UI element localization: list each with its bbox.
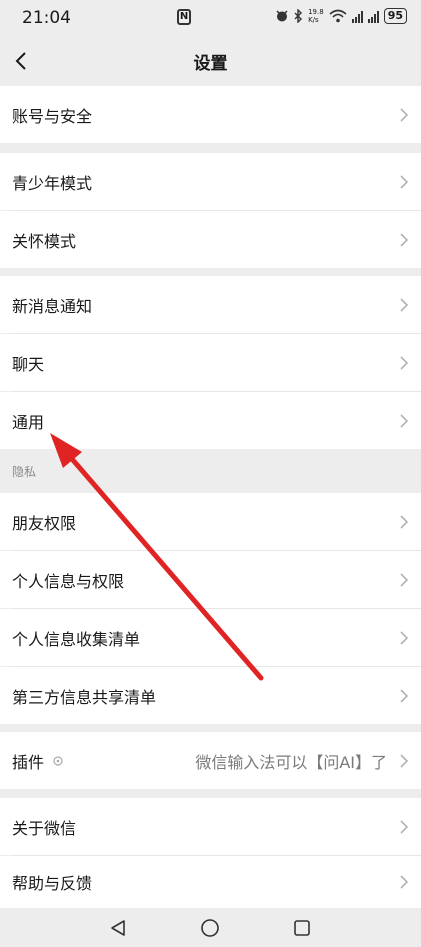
settings-item-label: 朋友权限 <box>12 513 77 533</box>
nfc-icon: N <box>177 9 191 25</box>
chevron-right-icon <box>400 753 409 768</box>
settings-item-care-mode[interactable]: 关怀模式 <box>0 211 421 268</box>
settings-item-label: 个人信息与权限 <box>12 571 125 591</box>
settings-item-label: 聊天 <box>12 354 45 374</box>
settings-item-account-security[interactable]: 账号与安全 <box>0 86 421 143</box>
wifi-icon <box>329 9 347 23</box>
chevron-right-icon <box>400 297 409 312</box>
settings-item-label: 青少年模式 <box>12 173 93 193</box>
circle-home-icon[interactable] <box>200 918 220 938</box>
status-icons: 19.8 K/s 95 <box>275 8 407 24</box>
back-button[interactable] <box>4 44 38 78</box>
status-bar: 21:04 N 19.8 K/s 95 <box>0 0 421 36</box>
chevron-left-icon <box>15 52 26 70</box>
status-time: 21:04 <box>22 8 71 28</box>
signal-icon-1 <box>351 9 363 23</box>
chevron-right-icon <box>400 630 409 645</box>
settings-item-label: 第三方信息共享清单 <box>12 687 157 707</box>
settings-item-label: 通用 <box>12 412 45 432</box>
chevron-right-icon <box>400 174 409 189</box>
settings-item-personal-info-permissions[interactable]: 个人信息与权限 <box>0 551 421 608</box>
bluetooth-icon <box>294 9 303 23</box>
chevron-right-icon <box>400 355 409 370</box>
settings-item-teen-mode[interactable]: 青少年模式 <box>0 153 421 210</box>
settings-item-label: 帮助与反馈 <box>12 874 93 893</box>
signal-icon-2 <box>367 9 379 23</box>
settings-item-label: 关于微信 <box>12 818 77 838</box>
triangle-back-icon[interactable] <box>108 918 128 938</box>
chevron-right-icon <box>400 514 409 529</box>
plugins-value: 微信输入法可以【问AI】了 <box>195 752 387 772</box>
settings-item-label: 新消息通知 <box>12 296 93 316</box>
chevron-right-icon <box>400 232 409 247</box>
settings-item-friend-permissions[interactable]: 朋友权限 <box>0 493 421 550</box>
settings-item-about-wechat[interactable]: 关于微信 <box>0 798 421 855</box>
page-title: 设置 <box>193 53 228 74</box>
gear-icon <box>53 755 63 766</box>
section-header-privacy: 隐私 <box>12 465 37 479</box>
battery-indicator: 95 <box>383 8 407 24</box>
settings-item-chat[interactable]: 聊天 <box>0 334 421 391</box>
chevron-right-icon <box>400 688 409 703</box>
settings-item-personal-info-collection[interactable]: 个人信息收集清单 <box>0 609 421 666</box>
settings-item-plugins[interactable]: 插件 微信输入法可以【问AI】了 <box>0 732 421 789</box>
settings-item-general[interactable]: 通用 <box>0 392 421 449</box>
square-recents-icon[interactable] <box>292 918 312 938</box>
network-speed-value: 19.8 <box>308 8 324 16</box>
settings-item-help-feedback[interactable]: 帮助与反馈 <box>0 856 421 908</box>
network-speed-unit: K/s <box>308 16 319 24</box>
chevron-right-icon <box>400 875 409 889</box>
settings-item-label: 关怀模式 <box>12 231 77 251</box>
settings-item-third-party-sharing[interactable]: 第三方信息共享清单 <box>0 667 421 724</box>
system-nav-bar <box>0 908 421 947</box>
settings-item-label: 个人信息收集清单 <box>12 629 141 649</box>
settings-item-label: 账号与安全 <box>12 106 93 126</box>
network-speed: 19.8 K/s <box>308 8 324 24</box>
settings-item-new-message-notification[interactable]: 新消息通知 <box>0 276 421 333</box>
alarm-icon <box>276 10 288 22</box>
chevron-right-icon <box>400 572 409 587</box>
chevron-right-icon <box>400 819 409 834</box>
settings-item-label: 插件 <box>12 752 45 772</box>
chevron-right-icon <box>400 107 409 122</box>
title-bar: 设置 <box>0 36 421 86</box>
chevron-right-icon <box>400 413 409 428</box>
